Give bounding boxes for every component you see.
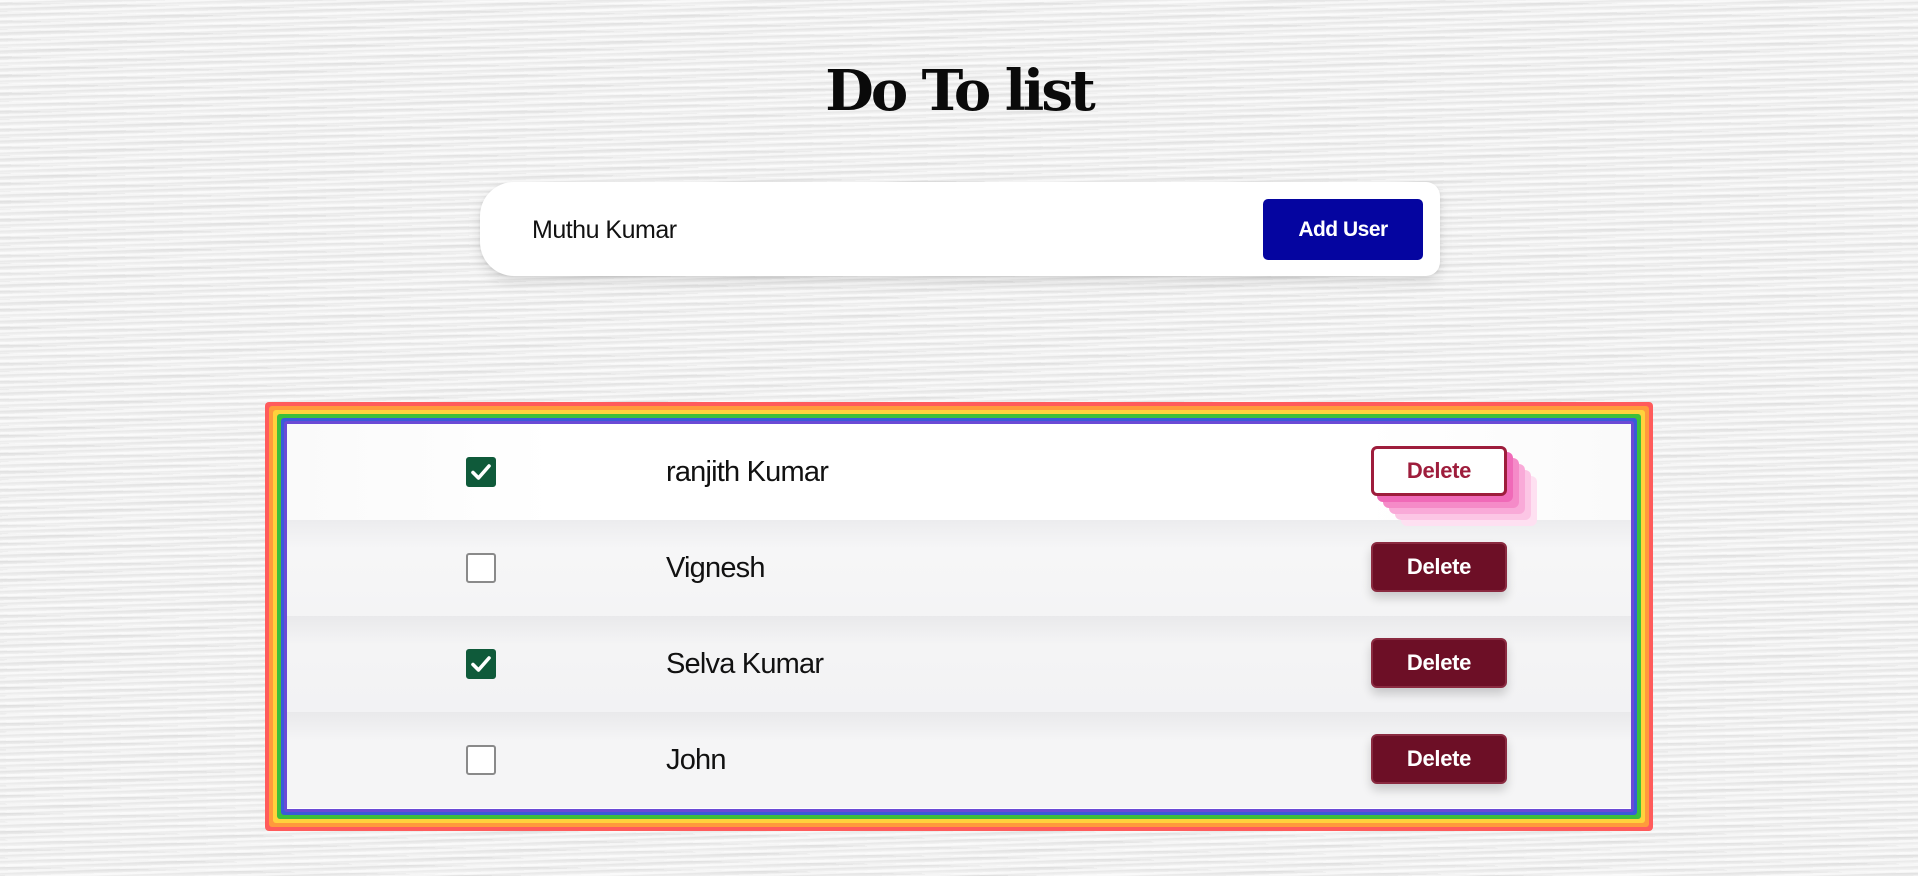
user-name: Vignesh <box>666 552 765 584</box>
completed-checkbox[interactable] <box>466 745 496 775</box>
delete-button[interactable]: Delete <box>1371 734 1507 784</box>
frame-ring: ranjith Kumar Delete Vignesh Delete Selv… <box>269 406 1649 827</box>
delete-button[interactable]: Delete <box>1371 446 1507 496</box>
user-list: ranjith Kumar Delete Vignesh Delete Selv… <box>287 424 1631 809</box>
completed-checkbox[interactable] <box>466 457 496 487</box>
user-list-frame: ranjith Kumar Delete Vignesh Delete Selv… <box>265 402 1653 831</box>
list-item: John Delete <box>287 712 1631 808</box>
check-icon <box>471 656 491 672</box>
user-name: John <box>666 744 726 776</box>
list-item: ranjith Kumar Delete <box>287 424 1631 520</box>
frame-ring: ranjith Kumar Delete Vignesh Delete Selv… <box>277 414 1641 819</box>
add-user-button[interactable]: Add User <box>1263 199 1423 260</box>
frame-ring: ranjith Kumar Delete Vignesh Delete Selv… <box>284 421 1634 812</box>
list-item: Vignesh Delete <box>287 520 1631 616</box>
user-name: Selva Kumar <box>666 648 824 680</box>
user-name: ranjith Kumar <box>666 456 829 488</box>
delete-button[interactable]: Delete <box>1371 542 1507 592</box>
check-icon <box>471 464 491 480</box>
frame-ring: ranjith Kumar Delete Vignesh Delete Selv… <box>273 410 1645 823</box>
add-user-form: Add User <box>480 182 1440 276</box>
completed-checkbox[interactable] <box>466 553 496 583</box>
user-name-input[interactable] <box>530 206 1234 254</box>
frame-ring: ranjith Kumar Delete Vignesh Delete Selv… <box>281 418 1637 815</box>
delete-button[interactable]: Delete <box>1371 638 1507 688</box>
page-title: Do To list <box>825 58 1095 124</box>
list-item: Selva Kumar Delete <box>287 616 1631 712</box>
completed-checkbox[interactable] <box>466 649 496 679</box>
